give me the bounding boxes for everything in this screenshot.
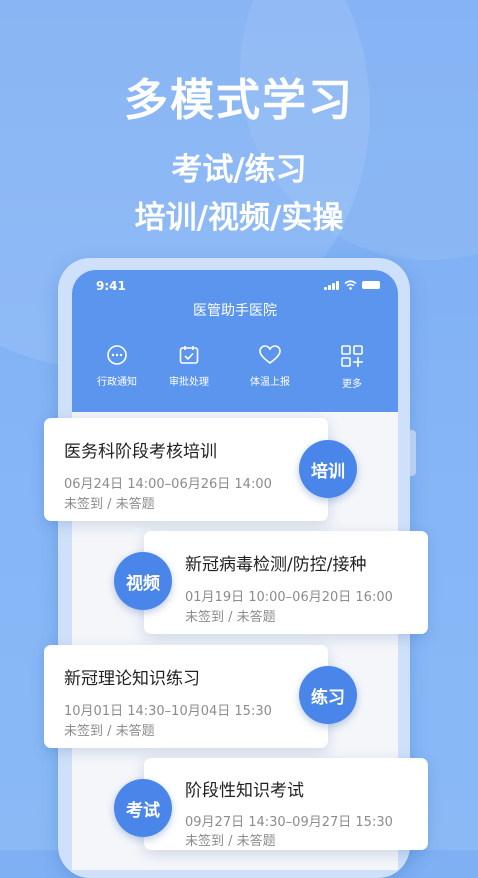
app-header: 9:41 医管助手医院 行政通知 审批处理 体温上报 更多 — [72, 270, 398, 412]
card-status: 未签到 / 未答题 — [64, 724, 155, 739]
card-time: 06月24日 14:00–06月26日 14:00 — [64, 477, 272, 492]
quick-action-approval[interactable]: 审批处理 — [154, 344, 224, 388]
phone-side-button — [410, 430, 416, 476]
quick-action-label: 审批处理 — [169, 377, 209, 388]
card-time: 01月19日 10:00–06月20日 16:00 — [185, 590, 393, 605]
heart-icon — [259, 345, 281, 365]
quick-action-temperature[interactable]: 体温上报 — [235, 344, 305, 388]
status-time: 9:41 — [96, 279, 126, 293]
quick-action-label: 更多 — [342, 379, 362, 390]
card-title: 医务科阶段考核培训 — [64, 442, 217, 462]
card-status: 未签到 / 未答题 — [185, 610, 276, 625]
headline-line-3: 培训/视频/实操 — [134, 200, 344, 236]
headline-line-2: 考试/练习 — [171, 152, 307, 188]
badge-practice: 练习 — [299, 666, 357, 724]
card-title: 新冠理论知识练习 — [64, 669, 200, 689]
card-title: 新冠病毒检测/防控/接种 — [185, 555, 367, 575]
badge-video: 视频 — [114, 552, 172, 610]
course-card-exam[interactable]: 阶段性知识考试 09月27日 14:30–09月27日 15:30 未签到 / … — [144, 758, 428, 850]
course-card-practice[interactable]: 新冠理论知识练习 10月01日 14:30–10月04日 15:30 未签到 /… — [44, 645, 328, 748]
card-status: 未签到 / 未答题 — [64, 497, 155, 512]
calendar-check-icon — [179, 346, 199, 364]
card-time: 09月27日 14:30–09月27日 15:30 — [185, 815, 393, 830]
chat-bubble-icon — [107, 345, 127, 365]
battery-icon — [362, 281, 380, 289]
status-icons — [324, 280, 380, 290]
signal-icon — [324, 280, 339, 290]
grid-plus-icon — [341, 345, 363, 367]
wifi-icon — [344, 280, 357, 290]
quick-action-more[interactable]: 更多 — [317, 344, 387, 390]
badge-training: 培训 — [299, 440, 357, 498]
course-card-video[interactable]: 新冠病毒检测/防控/接种 01月19日 10:00–06月20日 16:00 未… — [144, 531, 428, 634]
headline-main: 多模式学习 — [124, 75, 354, 126]
quick-action-notice[interactable]: 行政通知 — [82, 344, 152, 388]
app-title: 医管助手医院 — [193, 303, 277, 319]
badge-exam: 考试 — [114, 779, 172, 837]
course-card-training[interactable]: 医务科阶段考核培训 06月24日 14:00–06月26日 14:00 未签到 … — [44, 418, 328, 521]
card-time: 10月01日 14:30–10月04日 15:30 — [64, 704, 272, 719]
card-title: 阶段性知识考试 — [185, 781, 304, 801]
card-status: 未签到 / 未答题 — [185, 834, 276, 849]
quick-action-label: 体温上报 — [250, 377, 290, 388]
quick-action-label: 行政通知 — [97, 377, 137, 388]
